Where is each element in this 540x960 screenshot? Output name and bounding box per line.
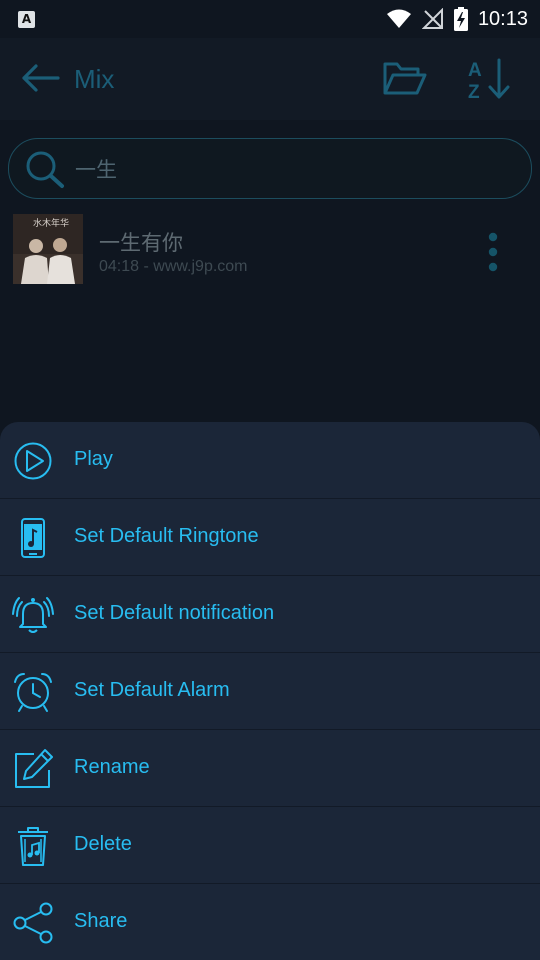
app-bar: Mix A Z bbox=[0, 38, 540, 120]
trash-icon bbox=[18, 827, 48, 866]
play-icon bbox=[14, 442, 52, 480]
bell-notification-icon bbox=[12, 597, 54, 633]
menu-item-play[interactable]: Play bbox=[0, 422, 540, 499]
menu-item-set-default-ringtone[interactable]: Set Default Ringtone bbox=[0, 499, 540, 576]
more-vert-icon[interactable] bbox=[480, 232, 506, 272]
back-arrow-icon[interactable] bbox=[20, 62, 60, 94]
sort-az-icon[interactable]: A Z bbox=[466, 56, 516, 102]
menu-item-label: Delete bbox=[74, 833, 132, 855]
menu-item-label: Rename bbox=[74, 756, 150, 778]
svg-text:A: A bbox=[468, 60, 482, 81]
battery-charging-icon bbox=[453, 7, 468, 31]
album-art: 水木年华 bbox=[13, 214, 83, 284]
menu-item-set-default-notification[interactable]: Set Default notification bbox=[0, 576, 540, 653]
status-bar: A 10:13 bbox=[0, 0, 540, 38]
wifi-icon bbox=[386, 9, 411, 28]
menu-item-label: Set Default Ringtone bbox=[74, 525, 259, 547]
menu-item-label: Set Default notification bbox=[74, 602, 275, 624]
list-item[interactable]: 水木年华 一生有你 04:18 - www.j9p.com bbox=[0, 208, 540, 290]
menu-item-share[interactable]: Share bbox=[0, 884, 540, 960]
search-icon bbox=[26, 151, 64, 188]
svg-text:Z: Z bbox=[468, 82, 480, 102]
menu-item-label: Play bbox=[74, 448, 113, 470]
edit-icon bbox=[15, 749, 53, 788]
album-art-image: 水木年华 bbox=[13, 214, 83, 284]
notification-badge-icon: A bbox=[18, 10, 35, 28]
album-art-text: 水木年华 bbox=[33, 217, 69, 229]
no-signal-icon bbox=[421, 8, 443, 29]
song-title: 一生有你 bbox=[99, 231, 183, 255]
menu-item-label: Set Default Alarm bbox=[74, 679, 230, 701]
folder-open-icon[interactable] bbox=[382, 59, 428, 97]
menu-item-label: Share bbox=[74, 910, 128, 932]
menu-item-set-default-alarm[interactable]: Set Default Alarm bbox=[0, 653, 540, 730]
song-subtitle: 04:18 - www.j9p.com bbox=[99, 258, 248, 275]
share-icon bbox=[13, 902, 53, 944]
bottom-sheet-menu: Play Set Default Ringtone Set Default no… bbox=[0, 422, 540, 960]
alarm-clock-icon bbox=[14, 673, 52, 712]
phone-ringtone-icon bbox=[21, 518, 45, 558]
menu-item-delete[interactable]: Delete bbox=[0, 807, 540, 884]
search-input[interactable] bbox=[75, 155, 495, 183]
page-title: Mix bbox=[74, 64, 115, 94]
menu-item-rename[interactable]: Rename bbox=[0, 730, 540, 807]
clock: 10:13 bbox=[477, 7, 528, 30]
search-bar[interactable] bbox=[8, 138, 532, 199]
